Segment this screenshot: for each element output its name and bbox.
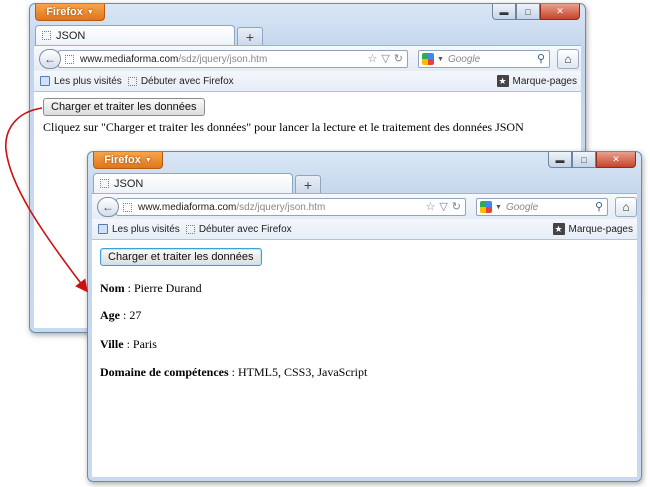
field-name: Nom : Pierre Durand xyxy=(100,281,202,295)
firefox-menu-button[interactable]: Firefox ▼ xyxy=(93,152,163,169)
search-icon[interactable]: ⚲ xyxy=(595,200,603,213)
minimize-button[interactable]: ▬ xyxy=(548,152,572,168)
bookmark-getting-started[interactable]: Débuter avec Firefox xyxy=(127,76,234,87)
bookmarks-star-icon: ★ xyxy=(496,75,509,87)
maximize-button[interactable]: □ xyxy=(516,4,540,20)
bookmark-folder-icon xyxy=(98,224,108,234)
bookmarks-star-icon: ★ xyxy=(552,223,565,235)
back-arrow-icon[interactable]: ← xyxy=(39,49,61,69)
search-icon[interactable]: ⚲ xyxy=(537,52,545,65)
site-identity-icon xyxy=(65,54,74,64)
navigation-bar: www.mediaforma.com/sdz/jquery/json.htm ☆… xyxy=(92,193,637,220)
instruction-text: Cliquez sur "Charger et traiter les donn… xyxy=(43,120,524,134)
firefox-menu-button[interactable]: Firefox ▼ xyxy=(35,4,105,21)
bookmark-page-icon xyxy=(185,224,195,234)
new-tab-icon[interactable]: + xyxy=(237,27,263,45)
bookmark-folder-icon xyxy=(40,76,50,86)
url-bar[interactable]: www.mediaforma.com/sdz/jquery/json.htm ☆… xyxy=(116,198,466,216)
field-city: Ville : Paris xyxy=(100,337,157,351)
field-age: Age : 27 xyxy=(100,308,142,322)
tab-favicon-icon xyxy=(42,31,51,40)
reload-icon[interactable]: ↻ xyxy=(394,52,403,65)
bookmark-most-visited[interactable]: Les plus visités xyxy=(98,224,180,235)
load-data-button[interactable]: Charger et traiter les données xyxy=(43,98,205,116)
minimize-button[interactable]: ▬ xyxy=(492,4,516,20)
bookmark-page-icon xyxy=(127,76,137,86)
page-content: Charger et traiter les données Nom : Pie… xyxy=(92,239,637,477)
close-button[interactable]: ✕ xyxy=(540,4,580,20)
bookmark-getting-started[interactable]: Débuter avec Firefox xyxy=(185,224,292,235)
close-button[interactable]: ✕ xyxy=(596,152,636,168)
search-input[interactable]: ▼ Google ⚲ xyxy=(418,50,550,68)
chevron-down-icon[interactable]: ▼ xyxy=(437,56,444,63)
window-controls: ▬ □ ✕ xyxy=(492,4,580,20)
window-controls: ▬ □ ✕ xyxy=(548,152,636,168)
back-arrow-icon[interactable]: ← xyxy=(97,197,119,217)
bookmark-star-icon[interactable]: ☆ xyxy=(367,52,377,65)
google-icon xyxy=(422,53,434,65)
bookmarks-menu-button[interactable]: ★ Marque-pages xyxy=(496,75,577,87)
field-skills: Domaine de compétences : HTML5, CSS3, Ja… xyxy=(100,365,368,379)
google-icon xyxy=(480,201,492,213)
new-tab-icon[interactable]: + xyxy=(295,175,321,193)
reload-icon[interactable]: ↻ xyxy=(452,200,461,213)
bookmarks-menu-button[interactable]: ★ Marque-pages xyxy=(552,223,633,235)
bookmarks-toolbar: Les plus visités Débuter avec Firefox ★ … xyxy=(34,71,581,91)
bookmark-most-visited[interactable]: Les plus visités xyxy=(40,76,122,87)
load-data-button[interactable]: Charger et traiter les données xyxy=(100,248,262,266)
tab-json[interactable]: JSON xyxy=(35,25,235,45)
search-input[interactable]: ▼ Google ⚲ xyxy=(476,198,608,216)
url-bar[interactable]: www.mediaforma.com/sdz/jquery/json.htm ☆… xyxy=(58,50,408,68)
home-icon[interactable]: ⌂ xyxy=(557,49,579,69)
tab-json[interactable]: JSON xyxy=(93,173,293,193)
dropdown-icon[interactable]: ▽ xyxy=(439,200,447,213)
dropdown-icon[interactable]: ▽ xyxy=(381,52,389,65)
bookmarks-toolbar: Les plus visités Débuter avec Firefox ★ … xyxy=(92,219,637,239)
maximize-button[interactable]: □ xyxy=(572,152,596,168)
bookmark-star-icon[interactable]: ☆ xyxy=(425,200,435,213)
site-identity-icon xyxy=(123,202,132,212)
browser-window-after: Firefox ▼ ▬ □ ✕ JSON + www.mediaforma.co… xyxy=(87,151,642,482)
navigation-bar: www.mediaforma.com/sdz/jquery/json.htm ☆… xyxy=(34,45,581,72)
firefox-menu-caret-icon: ▼ xyxy=(86,8,94,16)
chevron-down-icon[interactable]: ▼ xyxy=(495,204,502,211)
home-icon[interactable]: ⌂ xyxy=(615,197,637,217)
firefox-menu-caret-icon: ▼ xyxy=(144,156,152,164)
tab-favicon-icon xyxy=(100,179,109,188)
